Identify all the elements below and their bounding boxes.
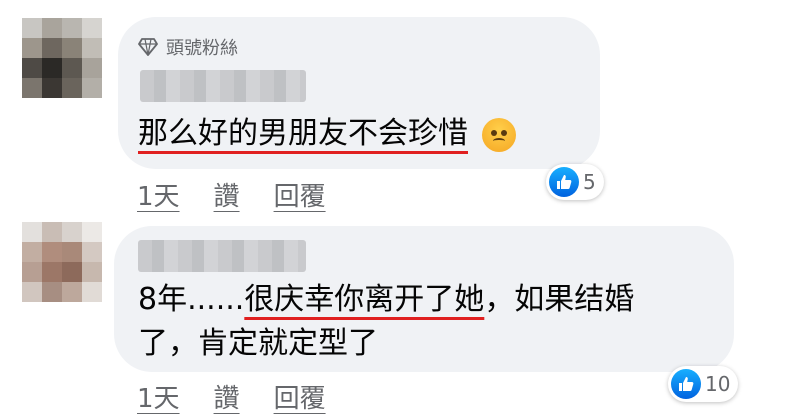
comment-actions: 1天 讚 回覆: [137, 378, 326, 415]
avatar[interactable]: [22, 222, 102, 302]
text-suffix: ，如果结婚: [484, 282, 635, 317]
timestamp-link[interactable]: 1天: [137, 378, 180, 415]
reaction-count[interactable]: 10: [668, 366, 739, 402]
commenter-name[interactable]: [140, 70, 306, 102]
diamond-icon: [138, 38, 158, 56]
comment-actions: 1天 讚 回覆: [137, 176, 326, 213]
comment-line-2: 了，肯定就定型了: [138, 326, 378, 361]
highlighted-text: 那么好的男朋友不会珍惜: [138, 116, 468, 151]
like-button[interactable]: 讚: [214, 378, 240, 415]
timestamp-link[interactable]: 1天: [137, 176, 180, 213]
comment-text: 那么好的男朋友不会珍惜: [138, 112, 516, 156]
avatar[interactable]: [22, 18, 102, 98]
reaction-count[interactable]: 5: [546, 164, 604, 200]
commenter-name[interactable]: [138, 240, 306, 272]
reply-button[interactable]: 回覆: [274, 378, 326, 415]
text-prefix: 8年......: [138, 282, 245, 317]
reaction-count-label: 10: [705, 372, 731, 396]
comment-text: 8年......很庆幸你离开了她，如果结婚 了，肯定就定型了: [138, 278, 634, 366]
comment-line-1: 8年......很庆幸你离开了她，如果结婚: [138, 278, 634, 322]
thumbs-up-icon: [549, 167, 579, 197]
highlighted-text: 很庆幸你离开了她: [244, 282, 485, 317]
reaction-count-label: 5: [583, 170, 596, 194]
reply-button[interactable]: 回覆: [274, 176, 326, 213]
thumbs-up-icon: [671, 369, 701, 399]
like-button[interactable]: 讚: [214, 176, 240, 213]
badge-label: 頭號粉絲: [166, 38, 238, 59]
top-fan-badge[interactable]: 頭號粉絲: [138, 34, 238, 60]
angry-face-emoji: [482, 117, 516, 152]
